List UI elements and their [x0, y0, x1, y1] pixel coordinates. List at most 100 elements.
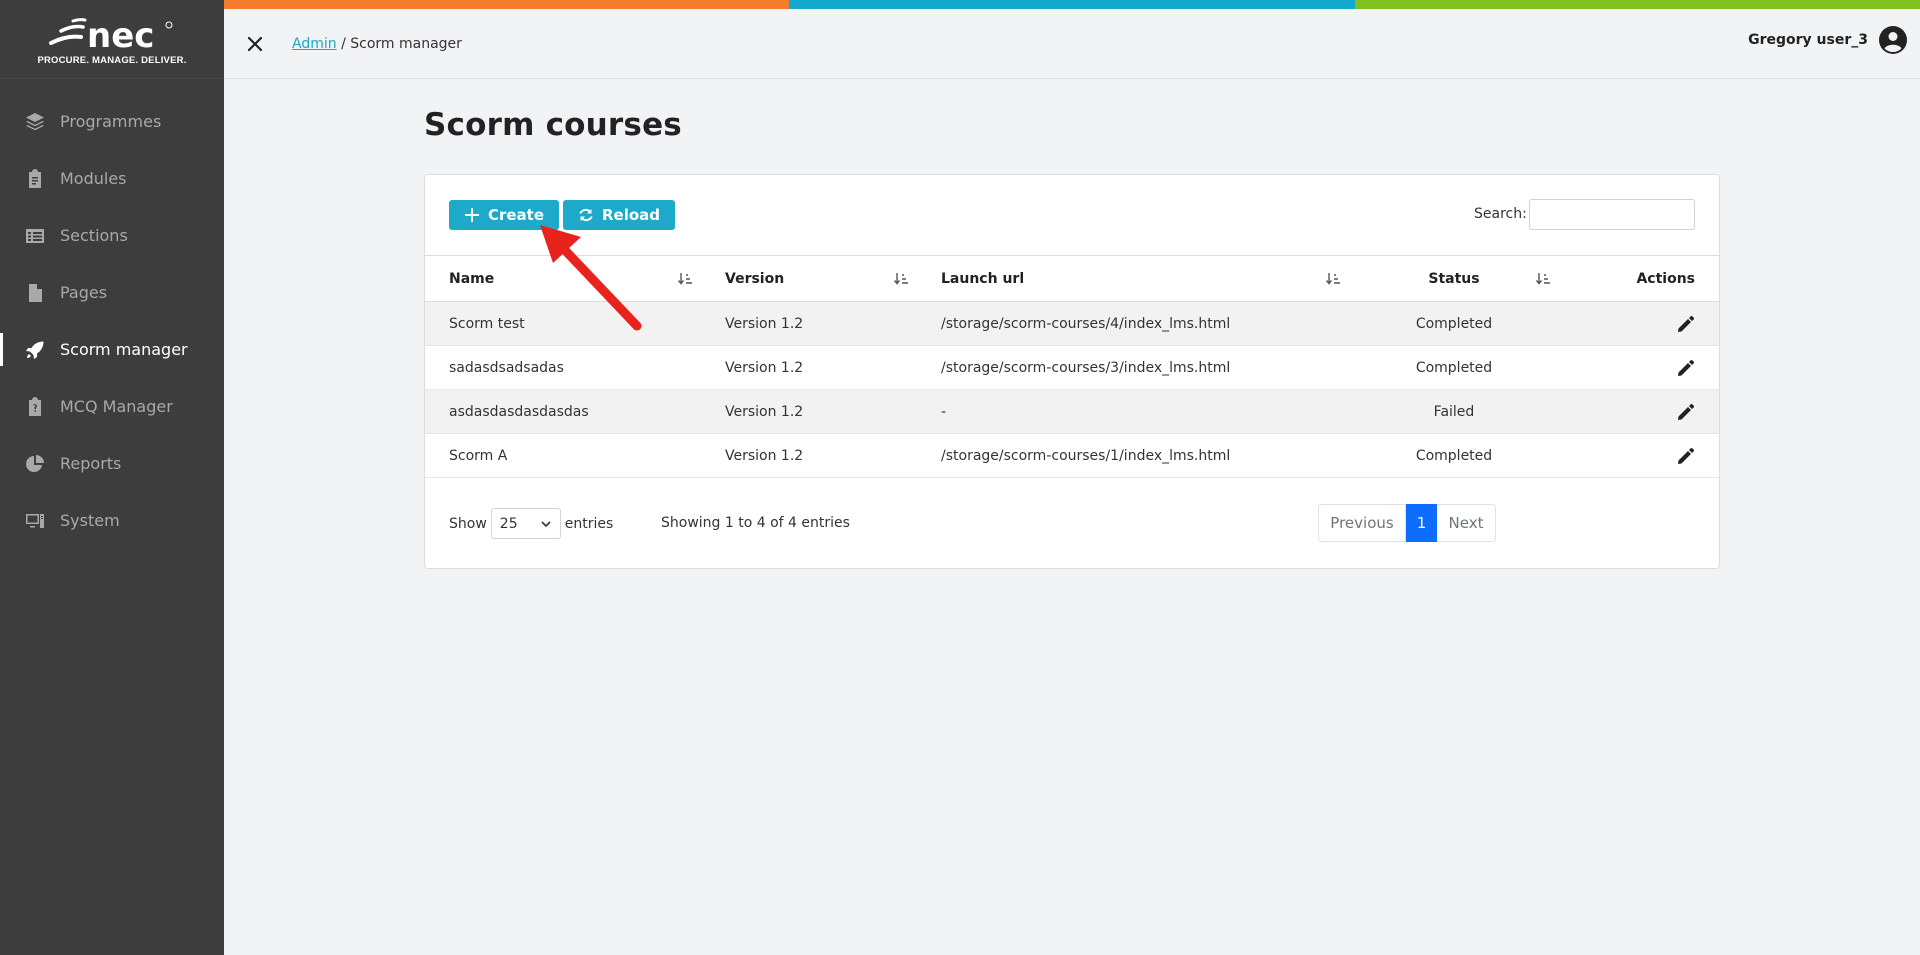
cell-launch-url: /storage/scorm-courses/1/index_lms.html: [941, 447, 1231, 464]
column-header-label: Version: [725, 270, 785, 287]
column-header-actions: Actions: [1636, 270, 1695, 287]
cell-actions: [1561, 390, 1719, 434]
cell-status: Completed: [1415, 447, 1493, 464]
sort-icon: [1535, 273, 1550, 285]
sidebar-item-label: MCQ Manager: [60, 397, 173, 416]
plus-icon: [464, 208, 479, 222]
brand-color-strip: [224, 0, 1920, 9]
page-size-select[interactable]: 25: [490, 508, 561, 539]
cell-name: sadasdsadsadas: [449, 359, 564, 376]
pie-chart-icon: [24, 453, 46, 475]
sidebar-item-label: Programmes: [60, 112, 162, 131]
sidebar-item-label: Reports: [60, 454, 122, 473]
cell-status: Completed: [1415, 359, 1493, 376]
close-icon[interactable]: [242, 31, 268, 57]
breadcrumb-link-admin[interactable]: Admin: [292, 36, 337, 52]
sidebar-item-mcq-manager[interactable]: MCQ Manager: [0, 378, 224, 435]
file-icon: [24, 282, 46, 304]
pagination: Previous 1 Next: [1318, 504, 1496, 542]
column-header-version[interactable]: Version: [701, 256, 917, 302]
pencil-icon[interactable]: [1677, 403, 1695, 421]
cell-version: Version 1.2: [725, 403, 804, 420]
clipboard-icon: [24, 168, 46, 190]
breadcrumb: Admin / Scorm manager: [292, 36, 462, 52]
column-header-label: Name: [449, 270, 495, 287]
svg-text:nec: nec: [87, 17, 154, 53]
refresh-icon: [579, 208, 593, 222]
table-row: asdasdasdasdasdas Version 1.2 - Failed: [425, 389, 1719, 434]
user-avatar-icon: [1878, 25, 1908, 55]
cell-name: Scorm A: [449, 447, 508, 464]
page-title: Scorm courses: [424, 107, 682, 143]
cell-version: Version 1.2: [725, 447, 804, 464]
cell-launch-url: /storage/scorm-courses/3/index_lms.html: [941, 359, 1231, 376]
table-header-row: Name Version Launch url Status Actions: [425, 255, 1719, 302]
page-size-value: 25: [499, 515, 518, 532]
column-header-name[interactable]: Name: [425, 256, 701, 302]
sidebar: nec PROCURE. MANAGE. DELIVER. Programmes…: [0, 0, 224, 955]
cell-version: Version 1.2: [725, 359, 804, 376]
column-header-status[interactable]: Status: [1347, 256, 1561, 302]
strip-segment-green: [1354, 0, 1920, 9]
search-label: Search:: [1474, 206, 1527, 222]
sidebar-item-label: Pages: [60, 283, 108, 302]
sidebar-item-label: System: [60, 511, 120, 530]
sidebar-item-scorm-manager[interactable]: Scorm manager: [0, 321, 224, 378]
cell-version: Version 1.2: [725, 315, 804, 332]
sidebar-item-modules[interactable]: Modules: [0, 150, 224, 207]
column-header-label: Launch url: [941, 270, 1025, 287]
sidebar-item-label: Scorm manager: [60, 340, 188, 359]
table-row: Scorm A Version 1.2 /storage/scorm-cours…: [425, 434, 1719, 478]
sort-icon: [1325, 273, 1340, 285]
chevron-down-icon: [541, 520, 551, 527]
sidebar-nav: Programmes Modules Sections Pages Scorm …: [0, 93, 224, 549]
pencil-icon[interactable]: [1677, 315, 1695, 333]
scorm-courses-table: Name Version Launch url Status Actions S…: [425, 255, 1719, 478]
layers-icon: [24, 111, 46, 133]
cell-status: Completed: [1415, 315, 1493, 332]
page-size-control: Show 25 entries: [449, 508, 613, 539]
rocket-icon: [24, 339, 46, 361]
breadcrumb-current: Scorm manager: [350, 35, 462, 52]
reload-button-label: Reload: [601, 206, 661, 224]
sidebar-item-programmes[interactable]: Programmes: [0, 93, 224, 150]
cell-name: Scorm test: [449, 315, 525, 332]
cell-actions: [1561, 434, 1719, 478]
table-info: Showing 1 to 4 of 4 entries: [661, 515, 850, 531]
cell-actions: [1561, 302, 1719, 346]
column-header-label: Status: [1428, 270, 1480, 287]
sidebar-item-reports[interactable]: Reports: [0, 435, 224, 492]
sidebar-item-pages[interactable]: Pages: [0, 264, 224, 321]
create-button[interactable]: Create: [449, 200, 559, 230]
cell-name: asdasdasdasdasdas: [449, 403, 589, 420]
pencil-icon[interactable]: [1677, 447, 1695, 465]
breadcrumb-separator: /: [336, 35, 351, 52]
cell-status: Failed: [1433, 403, 1475, 420]
pagination-next[interactable]: Next: [1437, 504, 1496, 542]
clipboard-question-icon: [24, 396, 46, 418]
column-header-launch-url[interactable]: Launch url: [917, 256, 1347, 302]
pencil-icon[interactable]: [1677, 359, 1695, 377]
nec-logo[interactable]: nec PROCURE. MANAGE. DELIVER.: [0, 0, 224, 79]
reload-button[interactable]: Reload: [563, 200, 675, 230]
strip-segment-orange: [224, 0, 790, 9]
show-label: Show: [449, 515, 487, 532]
sort-icon: [677, 273, 692, 285]
user-name: Gregory user_3: [1748, 32, 1868, 48]
search-input[interactable]: [1529, 199, 1695, 230]
logo-tagline: PROCURE. MANAGE. DELIVER.: [37, 54, 187, 66]
list-icon: [24, 225, 46, 247]
strip-segment-blue: [789, 0, 1355, 9]
create-button-label: Create: [487, 206, 545, 224]
user-menu[interactable]: Gregory user_3: [1748, 25, 1908, 55]
sidebar-item-label: Modules: [60, 169, 127, 188]
sidebar-item-sections[interactable]: Sections: [0, 207, 224, 264]
cell-launch-url: -: [941, 403, 947, 420]
entries-label: entries: [564, 515, 614, 532]
sidebar-item-system[interactable]: System: [0, 492, 224, 549]
scorm-courses-card: Create Reload Search: Name Version Launc…: [424, 174, 1720, 569]
pagination-page-1[interactable]: 1: [1406, 504, 1437, 542]
computer-icon: [24, 510, 46, 532]
sidebar-item-label: Sections: [60, 226, 128, 245]
pagination-previous[interactable]: Previous: [1318, 504, 1406, 542]
